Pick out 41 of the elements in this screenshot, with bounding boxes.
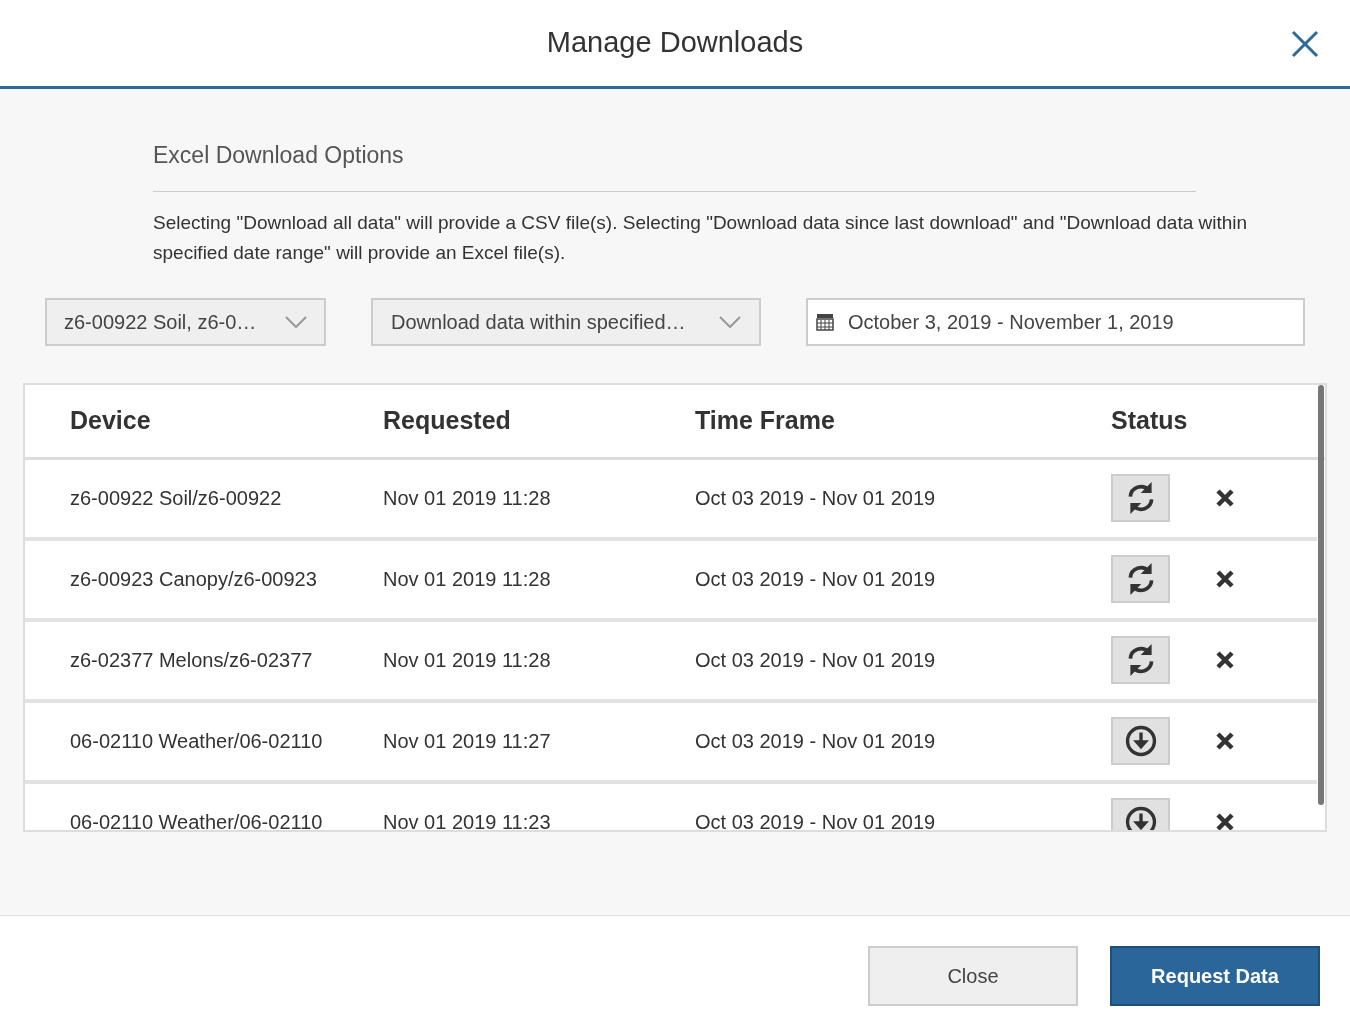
remove-icon[interactable] (1215, 650, 1235, 670)
refresh-button[interactable] (1111, 636, 1170, 684)
close-button[interactable]: Close (868, 945, 1078, 1006)
request-data-button[interactable]: Request Data (1110, 945, 1320, 1006)
table-cell: Oct 03 2019 - Nov 01 2019 (695, 811, 936, 830)
table-cell: Nov 01 2019 11:28 (383, 487, 551, 509)
column-header: Time Frame (695, 405, 835, 434)
table-cell: z6-00922 Soil/z6-00922 (70, 487, 282, 509)
column-header: Requested (383, 405, 511, 434)
table-cell: Oct 03 2019 - Nov 01 2019 (695, 730, 936, 752)
refresh-button[interactable] (1111, 555, 1170, 603)
dialog-title: Manage Downloads (546, 25, 804, 61)
table-cell: Nov 01 2019 11:28 (383, 568, 551, 590)
chevron-down-icon (719, 315, 741, 328)
description-text: Selecting "Download all data" will provide a CSV file(s). Selecting "Download data since last download" and "Download data within specified date range" will provide an Excel file(s). (153, 210, 1249, 265)
section-heading: Excel Download Options (153, 138, 1196, 192)
remove-icon[interactable] (1215, 569, 1235, 589)
download-button[interactable] (1111, 717, 1170, 765)
close-icon[interactable] (1290, 28, 1320, 60)
column-header: Device (70, 405, 151, 434)
remove-icon[interactable] (1215, 731, 1235, 751)
remove-icon[interactable] (1215, 812, 1235, 830)
table-cell: z6-00923 Canopy/z6-00923 (70, 568, 317, 590)
table-cell: Oct 03 2019 - Nov 01 2019 (695, 649, 936, 671)
table-cell: 06-02110 Weather/06-02110 (70, 730, 323, 752)
table-cell: Oct 03 2019 - Nov 01 2019 (695, 487, 936, 509)
refresh-button[interactable] (1111, 474, 1170, 522)
download-circle-icon (1123, 724, 1158, 758)
date-range-field[interactable]: October 3, 2019 - November 1, 2019 (806, 297, 1305, 346)
table-cell: Nov 01 2019 11:28 (383, 649, 551, 671)
table-cell: 06-02110 Weather/06-02110 (70, 811, 323, 830)
device-dropdown[interactable]: z6-00922 Soil, z6-0… (45, 297, 326, 346)
chevron-down-icon (285, 315, 307, 328)
table-cell: Nov 01 2019 11:23 (383, 811, 551, 830)
table-cell: z6-02377 Melons/z6-02377 (70, 649, 313, 671)
table-cell: Oct 03 2019 - Nov 01 2019 (695, 568, 936, 590)
column-header: Status (1111, 405, 1188, 434)
download-mode-dropdown[interactable]: Download data within specified… (371, 297, 761, 346)
table-cell: Nov 01 2019 11:27 (383, 730, 551, 752)
calendar-icon (816, 312, 834, 331)
remove-icon[interactable] (1215, 488, 1235, 508)
